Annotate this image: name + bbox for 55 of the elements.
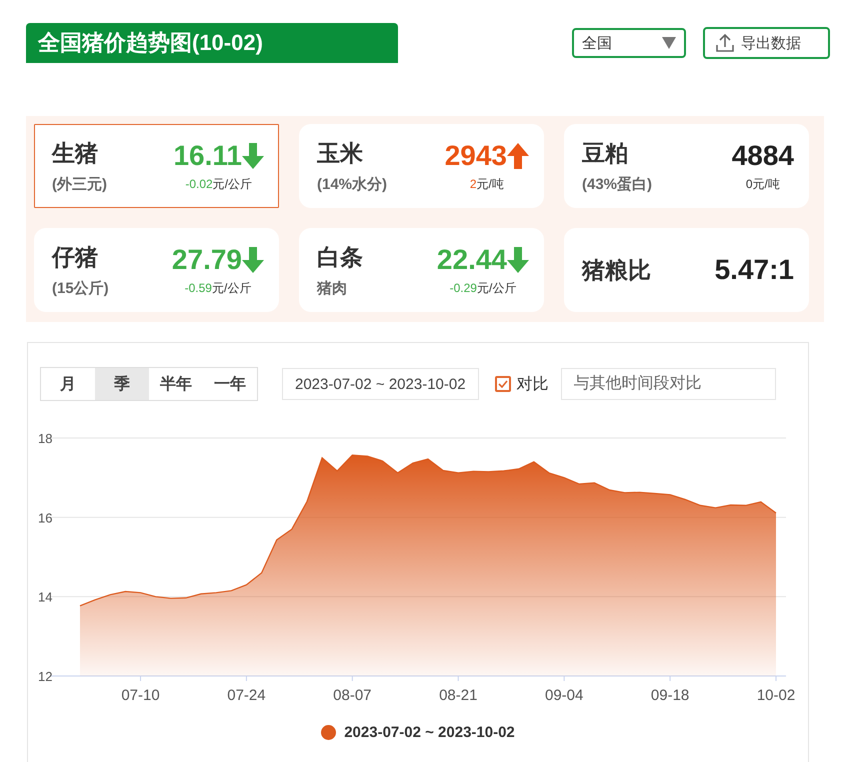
compare-label: 对比 bbox=[516, 374, 549, 394]
card-name: 白条 bbox=[317, 243, 363, 272]
page-title: 全国猪价趋势图(10-02) bbox=[26, 23, 398, 63]
up-arrow-icon bbox=[507, 142, 529, 168]
price-card[interactable]: 生猪 (外三元) 16.11 -0.02元/公斤 bbox=[34, 124, 279, 208]
compare-period-field[interactable]: 与其他时间段对比 bbox=[560, 368, 776, 400]
x-axis-label: 09-18 bbox=[650, 687, 690, 704]
card-subtitle: (43%蛋白) bbox=[582, 175, 652, 194]
x-axis-label: 08-21 bbox=[439, 687, 478, 704]
x-axis-label: 08-07 bbox=[333, 687, 372, 704]
card-subtitle: 猪肉 bbox=[317, 279, 348, 298]
card-subtitle: (15公斤) bbox=[52, 279, 109, 298]
down-arrow-icon bbox=[242, 142, 264, 168]
x-axis-label: 09-04 bbox=[544, 687, 584, 704]
card-change: -0.29元/公斤 bbox=[450, 280, 516, 296]
card-name: 仔猪 bbox=[52, 243, 99, 272]
card-name: 玉米 bbox=[317, 139, 364, 168]
card-value: 4884 bbox=[732, 140, 794, 172]
card-change: 2元/吨 bbox=[470, 176, 504, 192]
y-axis-label: 16 bbox=[38, 510, 52, 526]
card-name: 猪粮比 bbox=[582, 256, 651, 284]
y-axis-label: 18 bbox=[38, 431, 52, 446]
down-arrow-icon bbox=[242, 246, 264, 272]
card-value: 16.11 bbox=[173, 140, 242, 172]
card-name: 豆粕 bbox=[582, 139, 629, 168]
upload-icon bbox=[715, 33, 735, 53]
card-change: 0元/吨 bbox=[746, 176, 780, 192]
price-card[interactable]: 猪粮比 5.47:1 bbox=[564, 228, 809, 312]
price-card[interactable]: 豆粕 (43%蛋白) 4884 0元/吨 bbox=[564, 124, 809, 208]
checkmark-icon bbox=[498, 380, 508, 388]
y-axis-label: 14 bbox=[38, 590, 52, 605]
price-card[interactable]: 仔猪 (15公斤) 27.79 -0.59元/公斤 bbox=[34, 228, 279, 312]
x-axis-label: 07-10 bbox=[121, 687, 160, 704]
card-change: -0.59元/公斤 bbox=[184, 280, 252, 296]
price-card[interactable]: 玉米 (14%水分) 2943 2元/吨 bbox=[299, 124, 544, 208]
card-value: 22.44 bbox=[436, 244, 507, 276]
x-axis-label: 07-24 bbox=[227, 687, 266, 704]
export-button[interactable]: 导出数据 bbox=[703, 27, 830, 59]
down-arrow-icon bbox=[507, 246, 529, 272]
legend-label: 2023-07-02 ~ 2023-10-02 bbox=[344, 724, 515, 741]
compare-checkbox[interactable] bbox=[494, 376, 511, 392]
y-axis-label: 12 bbox=[38, 669, 52, 684]
card-value: 2943 bbox=[444, 140, 507, 172]
date-range-field[interactable]: 2023-07-02 ~ 2023-10-02 bbox=[282, 368, 479, 400]
price-card[interactable]: 白条 猪肉 22.44 -0.29元/公斤 bbox=[299, 228, 544, 312]
card-name: 生猪 bbox=[52, 139, 99, 168]
card-subtitle: (14%水分) bbox=[317, 175, 388, 194]
card-value: 27.79 bbox=[172, 244, 242, 276]
region-select[interactable]: 全国 bbox=[572, 28, 686, 58]
range-tab[interactable]: 季 bbox=[95, 368, 149, 400]
x-axis-label: 10-02 bbox=[756, 687, 796, 704]
card-subtitle: (外三元) bbox=[52, 175, 107, 194]
card-change: -0.02元/公斤 bbox=[185, 176, 252, 192]
card-value: 5.47:1 bbox=[714, 254, 794, 286]
caret-icon bbox=[662, 37, 676, 49]
